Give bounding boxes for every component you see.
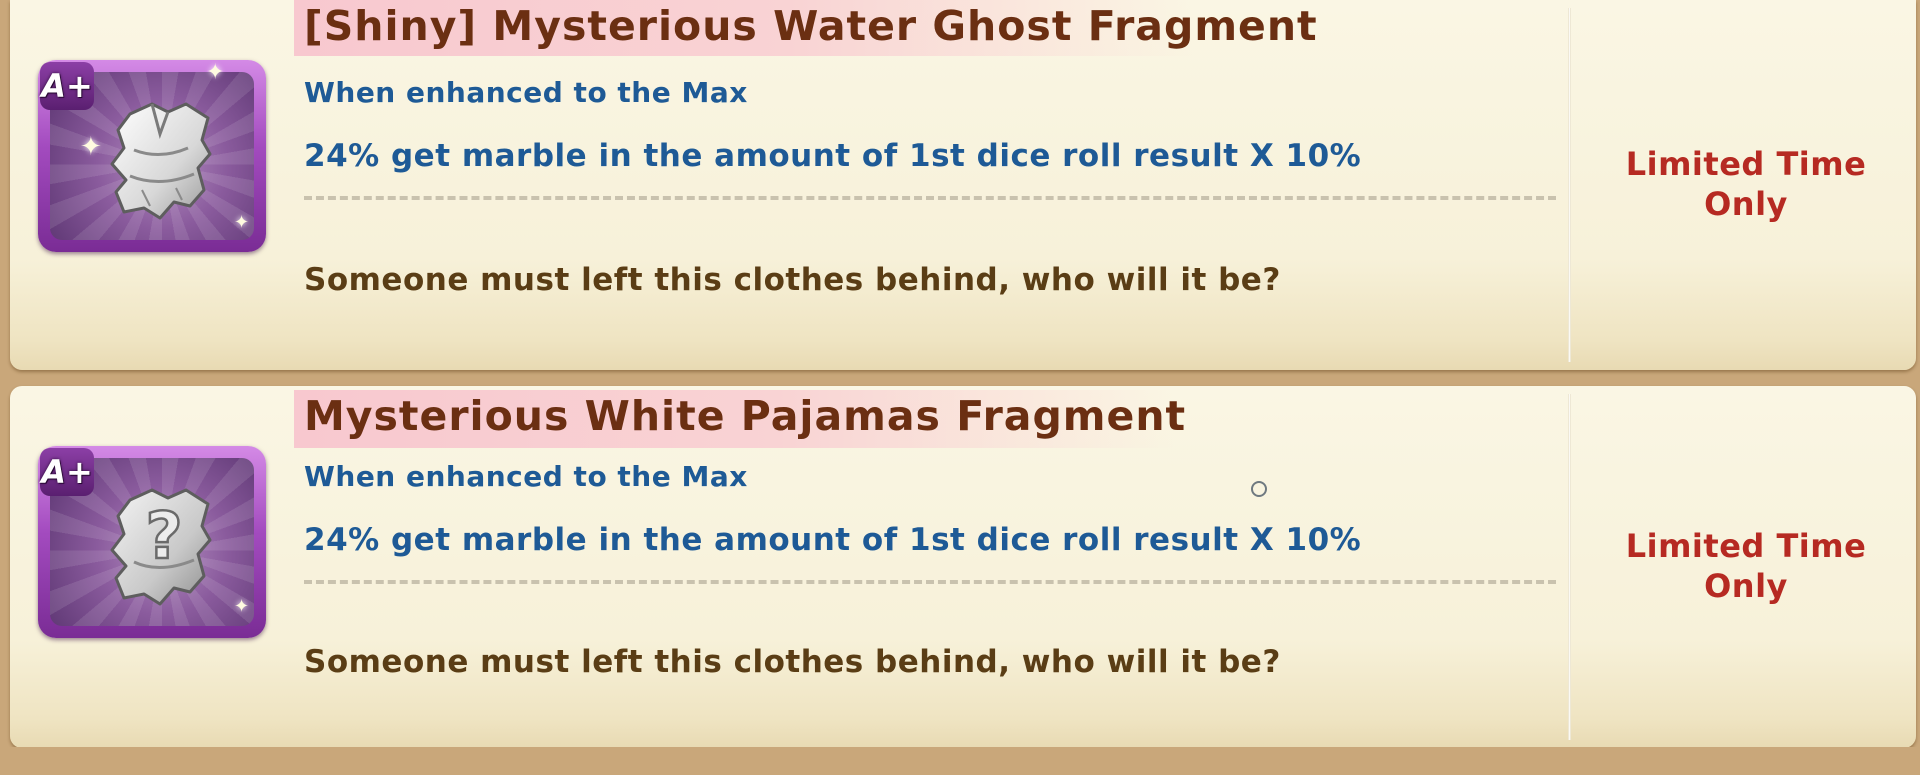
sparkle-icon: ✦ <box>80 132 102 162</box>
sparkle-icon: ✦ <box>234 212 250 233</box>
effect-text: 24% get marble in the amount of 1st dice… <box>304 138 1362 174</box>
grade-badge: A+ <box>40 448 94 496</box>
shiny-ghost-robe-icon <box>110 102 212 220</box>
availability-label: Limited Time Only <box>1625 527 1867 605</box>
enhance-label: When enhanced to the Max <box>304 460 748 493</box>
dashed-divider <box>304 196 1556 200</box>
svg-text:?: ? <box>145 500 182 574</box>
item-icon-frame[interactable]: A+ ✦ ✦ ✦ <box>38 60 266 252</box>
item-title: Mysterious White Pajamas Fragment <box>304 392 1187 440</box>
dashed-divider <box>304 580 1556 584</box>
touch-cursor-icon <box>1251 481 1267 497</box>
bottom-border <box>0 747 1920 775</box>
item-list-screen: [Shiny] Mysterious Water Ghost Fragment <box>0 0 1920 775</box>
sparkle-icon: ✦ <box>234 596 250 617</box>
item-description: Someone must left this clothes behind, w… <box>304 644 1281 680</box>
grade-badge: A+ <box>40 62 94 110</box>
item-icon-frame[interactable]: ? A+ ✦ <box>38 446 266 638</box>
enhance-label: When enhanced to the Max <box>304 76 748 109</box>
availability-label: Limited Time Only <box>1625 145 1867 223</box>
effect-text: 24% get marble in the amount of 1st dice… <box>304 522 1362 558</box>
item-title: [Shiny] Mysterious Water Ghost Fragment <box>304 2 1318 50</box>
sparkle-icon: ✦ <box>206 60 225 85</box>
column-divider <box>1568 8 1571 362</box>
mystery-pajamas-icon: ? <box>110 488 212 606</box>
item-description: Someone must left this clothes behind, w… <box>304 262 1281 298</box>
item-card[interactable]: Mysterious White Pajamas Fragment ? A+ ✦… <box>10 386 1916 748</box>
item-card[interactable]: [Shiny] Mysterious Water Ghost Fragment <box>10 0 1916 370</box>
column-divider <box>1568 394 1571 740</box>
